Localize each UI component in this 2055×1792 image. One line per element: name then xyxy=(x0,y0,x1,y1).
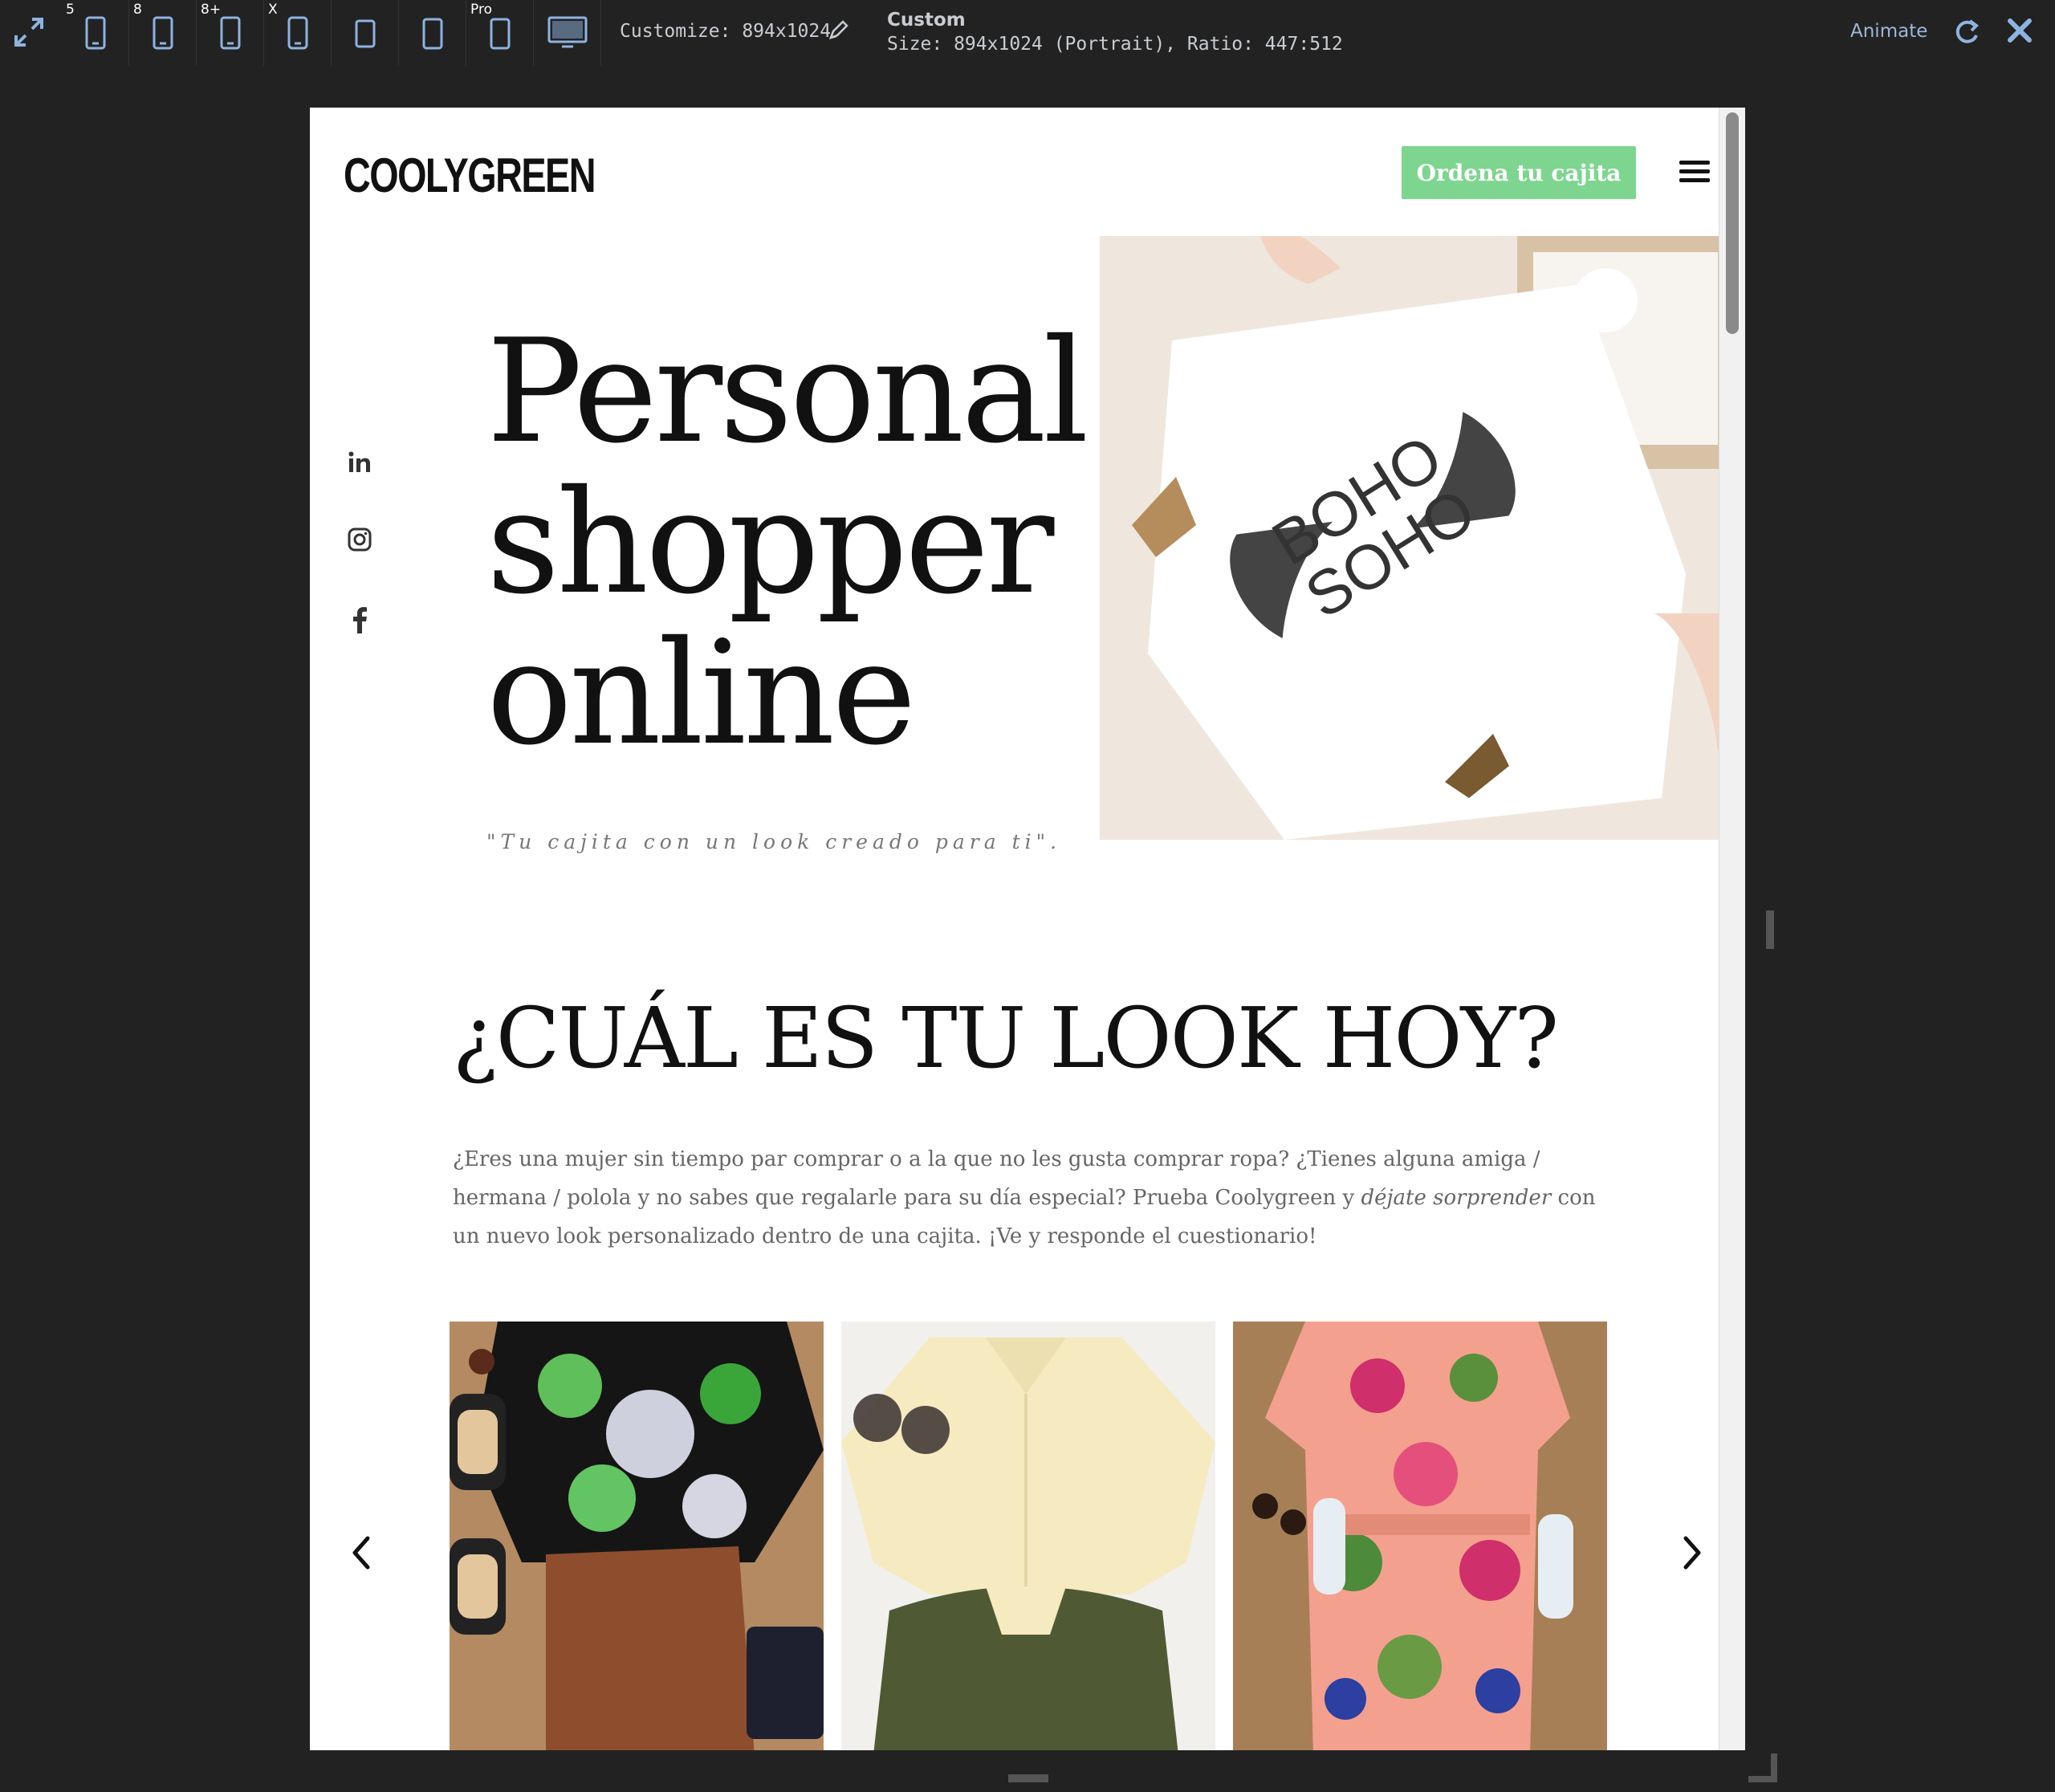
tablet-icon xyxy=(422,18,443,50)
device-ipad-pro-button[interactable]: Pro xyxy=(467,0,534,66)
look-card[interactable] xyxy=(841,1322,1215,1750)
outfit-photo xyxy=(1233,1322,1607,1750)
device-toolbar: 5 8 8+ X Pro Customize: 894x1024 Custom … xyxy=(0,0,2055,66)
look-card[interactable] xyxy=(1233,1322,1607,1750)
scrollbar-thumb[interactable] xyxy=(1726,112,1739,334)
device-iphone-8-plus-button[interactable]: 8+ xyxy=(197,0,264,66)
facebook-icon[interactable] xyxy=(344,604,376,636)
tablet-icon xyxy=(355,19,376,48)
device-ipad-mini-button[interactable] xyxy=(400,0,466,66)
hero-title-line: online xyxy=(486,610,917,776)
site-logo[interactable]: COOLYGREEN xyxy=(344,148,596,203)
preset-title: Custom xyxy=(887,10,966,31)
phone-icon xyxy=(85,16,106,50)
carousel-next-icon[interactable] xyxy=(1671,1521,1711,1585)
hero-image: BOHO SOHO xyxy=(1100,236,1734,840)
device-desktop-button[interactable] xyxy=(535,0,601,66)
size-ratio-label: Size: 894x1024 (Portrait), Ratio: 447:51… xyxy=(887,34,1343,55)
close-icon[interactable] xyxy=(2004,14,2036,50)
scrollbar[interactable] xyxy=(1719,108,1745,1750)
resize-handle-corner[interactable] xyxy=(1745,1750,1777,1782)
tablet-icon xyxy=(490,18,511,50)
phone-icon xyxy=(220,16,241,50)
device-viewport: COOLYGREEN Ordena tu cajita Personal sho… xyxy=(310,108,1745,1750)
device-iphone-5-button[interactable]: 5 xyxy=(63,0,129,66)
linkedin-icon[interactable] xyxy=(344,446,376,479)
hero-quote: "Tu cajita con un look creado para ti". xyxy=(486,830,1062,853)
device-ipad-button[interactable] xyxy=(332,0,399,66)
resize-handle-right[interactable] xyxy=(1766,910,1774,949)
order-box-button[interactable]: Ordena tu cajita xyxy=(1402,146,1636,199)
animate-button[interactable]: Animate xyxy=(1850,21,1927,42)
expand-icon[interactable] xyxy=(13,16,45,48)
carousel-prev-icon[interactable] xyxy=(342,1521,382,1585)
instagram-icon[interactable] xyxy=(344,523,376,556)
pencil-icon[interactable] xyxy=(827,18,851,45)
hero-title: Personal shopper online xyxy=(486,316,1113,769)
hamburger-menu-icon[interactable] xyxy=(1679,161,1710,185)
section-title: ¿CUÁL ES TU LOOK HOY? xyxy=(453,989,1559,1087)
phone-icon xyxy=(153,16,173,50)
monitor-icon xyxy=(547,16,588,48)
outfit-photo xyxy=(450,1322,824,1750)
resize-handle-bottom[interactable] xyxy=(1008,1774,1048,1782)
device-iphone-8-button[interactable]: 8 xyxy=(130,0,197,66)
hero-title-line: shopper xyxy=(486,459,1054,625)
description-emphasis: déjate sorprender xyxy=(1361,1186,1552,1210)
section-description: ¿Eres una mujer sin tiempo par comprar o… xyxy=(453,1140,1625,1256)
customize-size-label[interactable]: Customize: 894x1024 xyxy=(620,21,831,42)
hero-title-line: Personal xyxy=(486,308,1089,474)
device-iphone-x-button[interactable]: X xyxy=(265,0,332,66)
rotate-icon[interactable] xyxy=(1951,16,1983,51)
phone-icon xyxy=(287,16,308,50)
outfit-photo xyxy=(841,1322,1215,1750)
look-card[interactable] xyxy=(450,1322,824,1750)
